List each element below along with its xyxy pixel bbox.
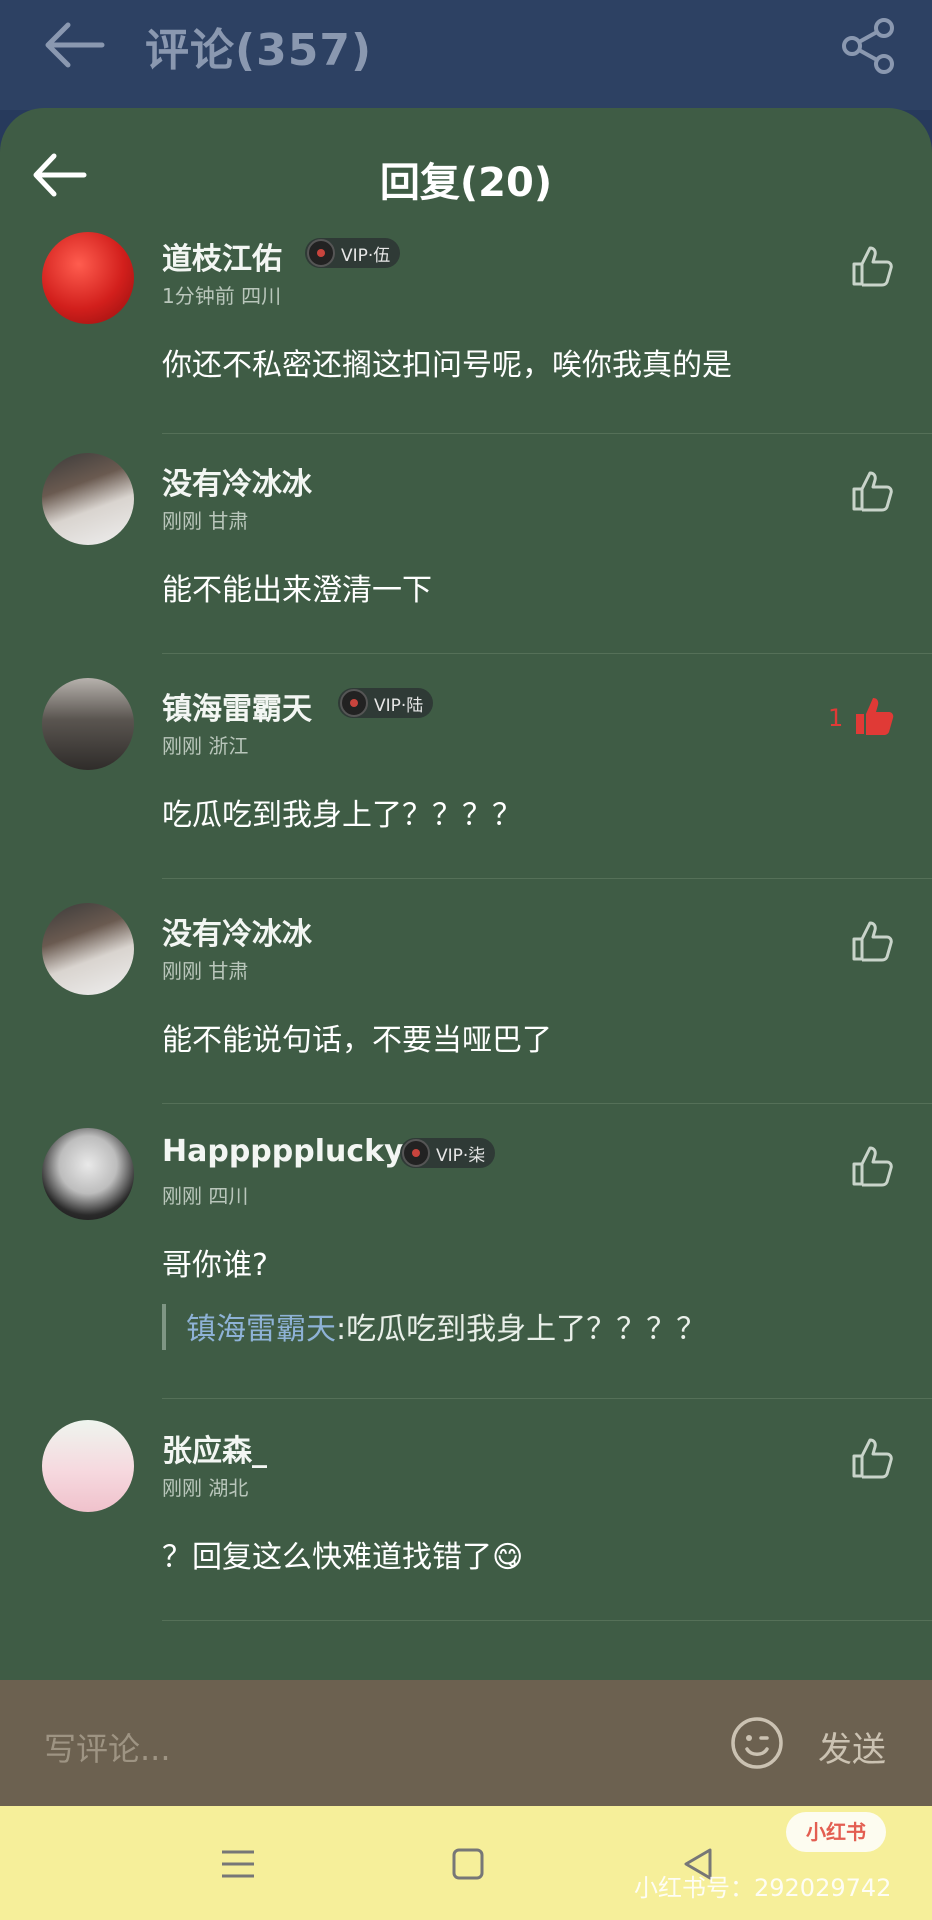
thumbs-up-icon[interactable] [850, 244, 894, 288]
username[interactable]: 道枝江佑 [162, 234, 282, 278]
divider [162, 433, 932, 434]
thumbs-up-icon[interactable] [850, 1436, 894, 1480]
watermark-logo: 小红书 [786, 1812, 886, 1852]
divider [162, 1103, 932, 1104]
thumbs-up-icon[interactable] [850, 1144, 894, 1188]
send-button[interactable]: 发送 [818, 1722, 886, 1771]
vinyl-icon [340, 689, 368, 717]
username[interactable]: 没有冷冰冰 [162, 459, 312, 503]
quoted-reply[interactable]: 镇海雷霸天:吃瓜吃到我身上了？？？？ [162, 1304, 706, 1350]
home-square-icon[interactable] [448, 1844, 488, 1884]
comment-meta: 刚刚 四川 [162, 1184, 249, 1208]
avatar[interactable] [42, 1128, 134, 1220]
comment-meta: 刚刚 湖北 [162, 1476, 249, 1500]
comment-text: 吃瓜吃到我身上了？？？？ [162, 798, 522, 833]
replies-title: 回复(20) [379, 160, 553, 206]
divider [162, 878, 932, 879]
username[interactable]: 张应森_ [162, 1426, 267, 1470]
comments-title: 评论(357) [145, 25, 373, 76]
comment-meta: 1分钟前 四川 [162, 284, 282, 308]
vip-badge: VIP·陆 [338, 688, 434, 718]
avatar[interactable] [42, 903, 134, 995]
divider [162, 1620, 932, 1621]
watermark-id: 小红书号：292029742 [634, 1874, 892, 1902]
emoji-icon[interactable] [730, 1716, 784, 1770]
divider [162, 1398, 932, 1399]
thumbs-up-active-icon[interactable] [852, 694, 896, 738]
comment-meta: 刚刚 浙江 [162, 734, 249, 758]
top-bar: 评论(357) [0, 0, 932, 110]
comment-text: 能不能说句话，不要当哑巴了 [162, 1023, 552, 1058]
vinyl-icon [402, 1139, 430, 1167]
comment-text: ？回复这么快难道找错了😋 [162, 1540, 524, 1575]
vinyl-icon [307, 239, 335, 267]
comment-input-bar: 写评论... 发送 [0, 1680, 932, 1806]
divider [162, 653, 932, 654]
share-icon[interactable] [840, 16, 896, 76]
thumbs-up-icon[interactable] [850, 919, 894, 963]
comment-text: 能不能出来澄清一下 [162, 573, 432, 608]
comment-meta: 刚刚 甘肃 [162, 509, 249, 533]
avatar[interactable] [42, 678, 134, 770]
vip-badge: VIP·柒 [400, 1138, 496, 1168]
comment-text: 哥你谁? [162, 1248, 268, 1283]
username[interactable]: 没有冷冰冰 [162, 909, 312, 953]
avatar[interactable] [42, 1420, 134, 1512]
quoted-text: :吃瓜吃到我身上了？？？？ [336, 1312, 707, 1347]
menu-icon[interactable] [218, 1844, 258, 1884]
avatar[interactable] [42, 232, 134, 324]
comment-meta: 刚刚 甘肃 [162, 959, 249, 983]
comment-text: 你还不私密还搁这扣问号呢，唉你我真的是 [162, 348, 732, 383]
back-arrow-icon[interactable] [40, 20, 110, 70]
vip-badge: VIP·伍 [305, 238, 401, 268]
comment-input[interactable]: 写评论... [44, 1724, 171, 1770]
quoted-username[interactable]: 镇海雷霸天 [186, 1312, 336, 1347]
system-nav-bar: 小红书 小红书号：292029742 [0, 1806, 932, 1920]
like-count: 1 [828, 704, 844, 732]
avatar[interactable] [42, 453, 134, 545]
thumbs-up-icon[interactable] [850, 469, 894, 513]
replies-sheet: 回复(20) 道枝江佑 VIP·伍 1分钟前 四川 你还不私密还搁这扣问号呢，唉… [0, 108, 932, 1680]
username[interactable]: Happppplucky [162, 1134, 404, 1169]
username[interactable]: 镇海雷霸天 [162, 684, 312, 728]
